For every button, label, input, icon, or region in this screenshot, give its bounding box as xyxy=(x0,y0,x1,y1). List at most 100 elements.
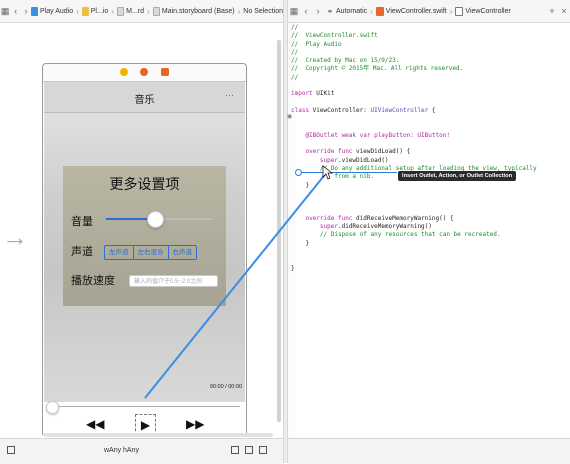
storyboard-bottom-bar: wAny hAny xyxy=(0,438,283,464)
close-editor-icon[interactable]: × xyxy=(558,4,570,18)
channel-label: 声道 xyxy=(71,246,93,258)
segment-mixed-channel[interactable]: 左右混合 xyxy=(134,246,169,259)
chevron-right-icon: › xyxy=(370,6,373,16)
progress-thumb[interactable] xyxy=(46,401,59,414)
code-line: } xyxy=(291,239,310,247)
storyboard-file-icon xyxy=(116,6,125,16)
exit-icon[interactable] xyxy=(161,68,169,76)
resolve-issues-icon[interactable] xyxy=(259,446,267,454)
keyword-token: override func xyxy=(305,148,353,156)
code-line: // Copyright © 2015年 Mac. All rights res… xyxy=(291,65,464,73)
code-line: super.didReceiveMemoryWarning() xyxy=(319,223,432,231)
code-line: // xyxy=(291,73,299,81)
volume-slider-thumb[interactable] xyxy=(147,211,165,228)
nav-more-button[interactable]: ··· xyxy=(225,90,234,100)
code-line: // Play Audio xyxy=(291,40,342,48)
canvas-vertical-scrollbar[interactable] xyxy=(277,40,281,422)
editor-bottom-bar xyxy=(288,438,570,464)
add-editor-icon[interactable]: + xyxy=(546,4,558,18)
rewind-button[interactable]: ◀◀ xyxy=(86,414,104,434)
settings-panel: 更多设置项 音量 声道 左声道 左右混合 右声道 播放速度 输入的值介于0.5~… xyxy=(63,166,226,306)
insert-position-dot-icon xyxy=(295,169,302,176)
keyword-token: import xyxy=(291,90,313,98)
editor-jump-bar: ▦ ‹ › ⚭ Automatic › ViewController.swift… xyxy=(288,0,570,23)
chevron-right-icon: › xyxy=(76,6,79,16)
forward-arrow-icon[interactable]: › xyxy=(312,4,324,18)
code-line: // Dispose of any resources that can be … xyxy=(291,231,501,239)
crumb-selection[interactable]: No Selection xyxy=(243,8,283,15)
canvas-horizontal-scrollbar[interactable] xyxy=(43,433,273,437)
code-line: class ViewController: UIViewController { xyxy=(291,106,436,114)
crumb-folder[interactable]: Pl...io xyxy=(91,8,109,15)
document-outline-toggle-icon[interactable] xyxy=(7,446,15,454)
speed-label: 播放速度 xyxy=(71,275,115,287)
chevron-right-icon: › xyxy=(147,6,150,16)
view-controller-scene[interactable]: 音乐 ··· 更多设置项 音量 声道 左声道 左右混合 右声道 播放速度 输入的… xyxy=(42,63,247,437)
volume-label: 音量 xyxy=(71,216,93,228)
keyword-token: super xyxy=(319,223,338,231)
type-token: UIViewController xyxy=(370,106,429,114)
channel-segmented-control[interactable]: 左声道 左右混合 右声道 xyxy=(104,245,197,260)
crumb-class[interactable]: ViewController xyxy=(465,8,510,15)
view-controller-icon[interactable] xyxy=(120,68,128,76)
insert-position-line xyxy=(299,172,397,173)
back-arrow-icon[interactable]: ‹ xyxy=(10,4,20,18)
chevron-right-icon: › xyxy=(111,6,114,16)
code-line: override func didReceiveMemoryWarning() … xyxy=(305,214,454,222)
code-line: } xyxy=(291,181,310,189)
assistant-link-icon[interactable]: ⚭ xyxy=(324,4,336,18)
code-line: } xyxy=(291,264,295,272)
code-line: @IBOutlet weak var playButton: UIButton! xyxy=(291,131,450,139)
related-items-icon[interactable]: ▦ xyxy=(0,4,10,18)
storyboard-file-icon xyxy=(152,6,160,16)
crumb-automatic[interactable]: Automatic xyxy=(336,8,367,15)
volume-slider[interactable] xyxy=(106,211,213,228)
swift-file-icon xyxy=(375,6,384,16)
crumb-project[interactable]: Play Audio xyxy=(40,8,73,15)
playback-progress-slider[interactable] xyxy=(44,401,245,414)
insert-outlet-tooltip: Insert Outlet, Action, or Outlet Collect… xyxy=(398,171,517,181)
folder-icon xyxy=(81,6,89,16)
size-class-height[interactable]: hAny xyxy=(123,447,139,454)
crumb-swift-file[interactable]: ViewController.swift xyxy=(386,8,447,15)
nav-title: 音乐 xyxy=(134,95,155,106)
pin-icon[interactable] xyxy=(245,446,253,454)
align-icon[interactable] xyxy=(231,446,239,454)
back-arrow-icon[interactable]: ‹ xyxy=(300,4,312,18)
segment-left-channel[interactable]: 左声道 xyxy=(105,246,134,259)
navigation-bar: 音乐 ··· xyxy=(44,82,245,113)
speed-input[interactable]: 输入的值介于0.5~2.0之间 xyxy=(129,275,218,287)
code-editor[interactable]: // // ViewController.swift// Play Audio //… xyxy=(291,24,570,436)
size-class-width[interactable]: wAny xyxy=(104,447,121,454)
code-line: super.viewDidLoad() xyxy=(319,156,389,164)
segment-right-channel[interactable]: 右声道 xyxy=(169,246,197,259)
related-items-icon[interactable]: ▦ xyxy=(288,4,300,18)
chevron-right-icon: › xyxy=(449,6,453,16)
first-responder-icon[interactable] xyxy=(140,68,148,76)
panel-title: 更多设置项 xyxy=(109,176,180,192)
chevron-right-icon: › xyxy=(237,6,241,16)
main-view[interactable]: 音乐 ··· 更多设置项 音量 声道 左声道 左右混合 右声道 播放速度 输入的… xyxy=(44,82,245,402)
crumb-storyboard[interactable]: Main.storyboard (Base) xyxy=(162,8,235,15)
storyboard-jump-bar: ▦ ‹ › Play Audio › Pl...io › M...rd › Ma… xyxy=(0,0,283,23)
keyword-token: class xyxy=(291,106,310,114)
initial-view-controller-arrow-icon: → xyxy=(2,222,28,252)
fast-forward-button[interactable]: ▶▶ xyxy=(186,414,204,434)
storyboard-canvas[interactable]: → 音乐 ··· 更多设置项 音量 声道 左声道 左右混合 右声道 播放速度 输… xyxy=(0,23,283,437)
crumb-storyboard-short[interactable]: M...rd xyxy=(126,8,144,15)
scene-dock xyxy=(43,64,246,82)
project-icon xyxy=(31,6,39,16)
progress-track xyxy=(50,406,240,407)
keyword-token: super xyxy=(319,156,338,164)
code-line: // ViewController.swift xyxy=(291,32,378,40)
time-label: 00:00 / 00:00 xyxy=(209,384,242,390)
forward-arrow-icon[interactable]: › xyxy=(21,4,31,18)
